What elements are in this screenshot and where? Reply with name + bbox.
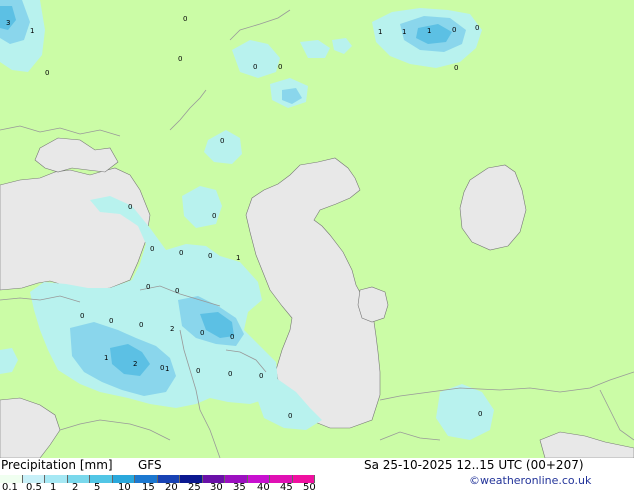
precip-value-label: 0 [175, 287, 179, 295]
color-scale-tick-label: 50 [303, 482, 316, 493]
map-canvas: 310000 01 1 1 0 000000 0 0 10 000 0 2 012 0 1 0 0 00 00 [0, 0, 634, 458]
color-scale-tick-label: 45 [280, 482, 293, 493]
precip-value-label: 0 [45, 69, 49, 77]
color-scale-tick-label: 2 [72, 482, 79, 493]
precip-value-label: 0 [183, 15, 187, 23]
precip-value-label: 0 [278, 63, 282, 71]
valid-time: Sa 25-10-2025 12..15 UTC (00+207) [364, 458, 584, 472]
precip-value-label: 0 [196, 367, 200, 375]
precip-value-label: 1 [104, 354, 108, 362]
precip-value-label: 3 [6, 19, 10, 27]
precip-value-label: 0 [212, 212, 216, 220]
precip-value-label: 0 [208, 252, 212, 260]
precip-value-label: 0 [253, 63, 257, 71]
precip-value-label: 1 [402, 28, 406, 36]
precip-value-label: 0 [179, 249, 183, 257]
precip-value-label: 1 [236, 254, 240, 262]
color-scale-tick-label: 30 [210, 482, 223, 493]
color-scale-tick-label: 35 [233, 482, 246, 493]
kara-bogaz-gol [357, 286, 389, 323]
precip-value-label: 0 [80, 312, 84, 320]
color-scale-tick-label: 1 [50, 482, 57, 493]
precip-value-label: 0 [228, 370, 232, 378]
precip-value-label: 0 [259, 372, 263, 380]
color-scale-tick-label: 15 [142, 482, 155, 493]
precip-value-label: 0 [109, 317, 113, 325]
precip-value-label: 0 [230, 333, 234, 341]
precip-value-label: 0 [454, 64, 458, 72]
precip-value-label: 0 [128, 203, 132, 211]
precip-value-label: 1 [30, 27, 34, 35]
precip-value-label: 1 [427, 27, 431, 35]
precip-value-label: 0 [160, 364, 164, 372]
color-scale-tick-label: 0.1 [2, 482, 18, 493]
color-scale-tick-label: 25 [188, 482, 201, 493]
color-scale-tick-label: 20 [165, 482, 178, 493]
map-footer: Precipitation [mm] GFS Sa 25-10-2025 12.… [0, 458, 634, 493]
color-scale-tick-label: 0.5 [26, 482, 42, 493]
precip-value-label: 1 [378, 28, 382, 36]
precip-value-label: 1 [165, 365, 169, 373]
precip-value-label: 0 [139, 321, 143, 329]
precip-value-label: 0 [475, 24, 479, 32]
precipitation-map: 3100000111000000000100000201201000000 [0, 0, 634, 458]
precip-value-label: 0 [220, 137, 224, 145]
precip-value-label: 0 [146, 283, 150, 291]
precip-value-label: 2 [133, 360, 137, 368]
precip-value-label: 0 [452, 26, 456, 34]
precip-value-label: 0 [288, 412, 292, 420]
precip-value-label: 0 [200, 329, 204, 337]
precip-value-label: 0 [150, 245, 154, 253]
color-scale-tick-label: 40 [257, 482, 270, 493]
precip-value-label: 0 [478, 410, 482, 418]
color-scale-tick-label: 10 [118, 482, 131, 493]
black-sea [0, 167, 151, 291]
precip-value-label: 2 [170, 325, 174, 333]
color-scale-segment [67, 475, 90, 483]
model-name: GFS [138, 458, 162, 472]
color-scale-tick-label: 5 [94, 482, 101, 493]
credit-link[interactable]: ©weatheronline.co.uk [469, 474, 591, 487]
precip-value-label: 0 [178, 55, 182, 63]
legend-title: Precipitation [mm] [1, 458, 113, 472]
